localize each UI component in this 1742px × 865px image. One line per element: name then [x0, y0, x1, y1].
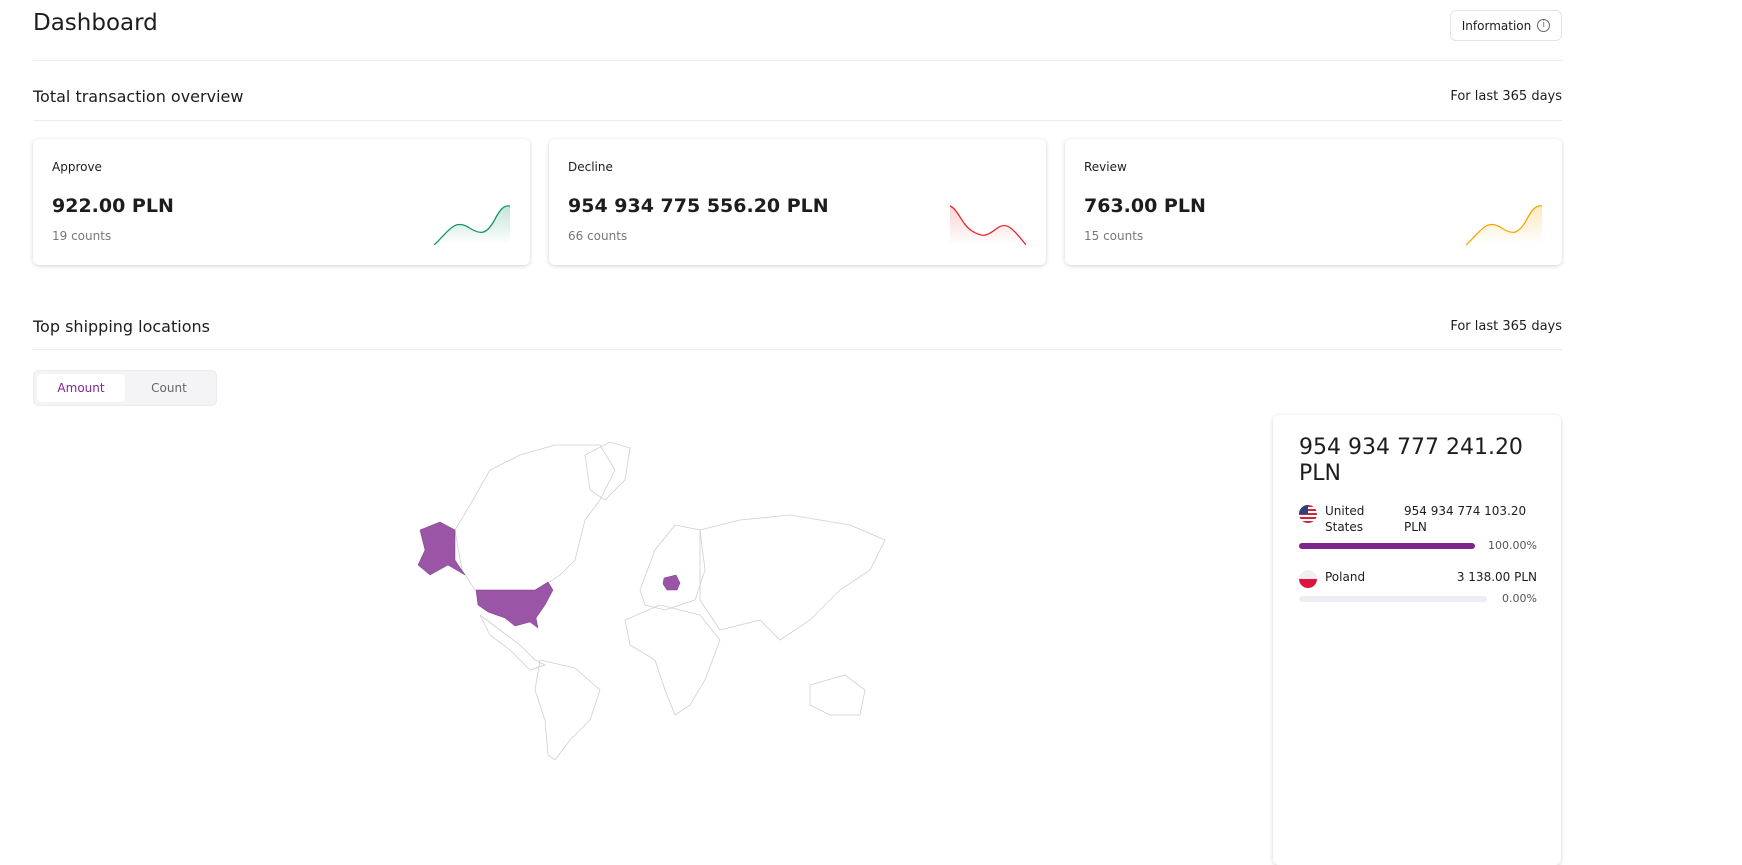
- total-amount: 954 934 777 241.20 PLN: [1299, 435, 1523, 486]
- decline-card[interactable]: Decline 954 934 775 556.20 PLN 66 counts: [549, 139, 1046, 265]
- divider: [33, 349, 1562, 350]
- divider: [33, 120, 1562, 121]
- tab-amount[interactable]: Amount: [37, 374, 125, 402]
- information-button[interactable]: Information i: [1450, 10, 1562, 41]
- us-flag-icon: [1299, 505, 1317, 523]
- map-asia: [699, 514, 886, 641]
- review-card[interactable]: Review 763.00 PLN 15 counts: [1065, 139, 1562, 265]
- card-label: Decline: [568, 160, 613, 174]
- map-south-america: [534, 659, 601, 761]
- world-map[interactable]: [400, 438, 890, 768]
- country-percent: 100.00%: [1488, 539, 1537, 552]
- metric-toggle: Amount Count: [33, 370, 217, 406]
- decline-sparkline: [950, 205, 1026, 245]
- country-row-poland[interactable]: Poland 3 138.00 PLN 0.00%: [1299, 568, 1537, 608]
- country-share-bar: [1299, 596, 1487, 602]
- overview-period: For last 365 days: [1450, 89, 1562, 104]
- map-poland: [662, 574, 681, 591]
- tab-count[interactable]: Count: [125, 374, 213, 402]
- map-greenland: [584, 441, 631, 501]
- card-label: Review: [1084, 160, 1127, 174]
- card-count: 19 counts: [52, 229, 112, 243]
- card-count: 15 counts: [1084, 229, 1144, 243]
- overview-title: Total transaction overview: [33, 87, 244, 106]
- review-sparkline: [1466, 205, 1542, 245]
- info-icon: i: [1537, 19, 1551, 32]
- poland-flag-icon: [1299, 570, 1317, 588]
- map-australia: [809, 674, 866, 716]
- card-value: 763.00 PLN: [1084, 195, 1206, 217]
- country-name: United States: [1325, 504, 1365, 534]
- shipping-title: Top shipping locations: [33, 317, 210, 336]
- information-label: Information: [1461, 18, 1532, 33]
- card-count: 66 counts: [568, 229, 628, 243]
- map-africa: [624, 604, 721, 716]
- shipping-period: For last 365 days: [1450, 319, 1562, 334]
- country-amount: 3 138.00 PLN: [1456, 570, 1537, 584]
- country-amount: 954 934 774 103.20 PLN: [1404, 504, 1527, 534]
- country-name: Poland: [1325, 570, 1366, 584]
- locations-summary-panel: 954 934 777 241.20 PLN United States 954…: [1273, 415, 1561, 865]
- divider: [33, 60, 1562, 61]
- map-canada: [454, 444, 616, 593]
- page-title: Dashboard: [33, 10, 158, 36]
- card-value: 922.00 PLN: [52, 195, 174, 217]
- approve-sparkline: [434, 205, 510, 245]
- approve-card[interactable]: Approve 922.00 PLN 19 counts: [33, 139, 530, 265]
- country-percent: 0.00%: [1502, 592, 1537, 605]
- card-value: 954 934 775 556.20 PLN: [568, 195, 829, 217]
- map-europe: [639, 524, 706, 611]
- card-label: Approve: [52, 160, 102, 174]
- country-share-bar: [1299, 543, 1475, 549]
- country-row-united-states[interactable]: United States 954 934 774 103.20 PLN 100…: [1299, 503, 1537, 553]
